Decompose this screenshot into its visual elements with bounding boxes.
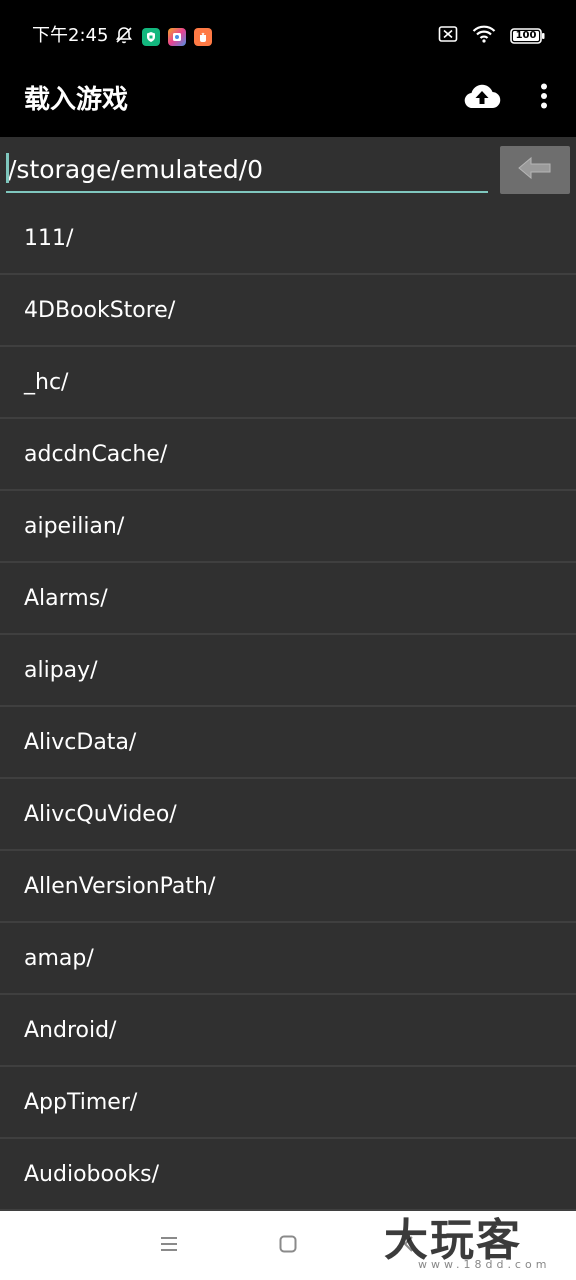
wifi-icon [472,25,496,47]
more-vert-icon [540,83,548,113]
file-list-item[interactable]: Android/ [0,995,576,1067]
file-list-item[interactable]: Alarms/ [0,563,576,635]
file-name: amap/ [24,945,94,971]
gallery-app-icon [168,28,186,46]
text-caret [6,153,9,183]
file-name: adcdnCache/ [24,441,168,467]
mute-bell-icon [114,25,134,49]
menu-icon [159,1235,179,1257]
app-bar: 载入游戏 [0,64,576,137]
status-time: 下午2:45 [32,25,109,46]
status-bar: 下午2:45 100 [0,0,576,64]
file-name: alipay/ [24,657,98,683]
home-button[interactable] [273,1231,303,1261]
file-name: AlivcQuVideo/ [24,801,177,827]
file-list-item[interactable]: 4DBookStore/ [0,275,576,347]
path-bar [0,137,576,203]
file-list-item[interactable]: alipay/ [0,635,576,707]
file-list-item[interactable]: _hc/ [0,347,576,419]
file-name: aipeilian/ [24,513,125,539]
status-left-icons [114,25,212,49]
file-list-item[interactable]: aipeilian/ [0,491,576,563]
file-list-item[interactable]: AllenVersionPath/ [0,851,576,923]
cloud-upload-icon [463,82,501,114]
sim-off-icon [438,25,458,47]
file-name: AlivcData/ [24,729,137,755]
file-name: 111/ [24,225,74,251]
file-list-item[interactable]: AlivcQuVideo/ [0,779,576,851]
file-list-item[interactable]: adcdnCache/ [0,419,576,491]
status-right-icons: 100 [438,25,546,47]
file-list-item[interactable]: 111/ [0,203,576,275]
battery-icon: 100 [510,27,546,45]
file-list-item[interactable]: Audiobooks/ [0,1139,576,1211]
battery-level: 100 [515,30,537,41]
file-name: Alarms/ [24,585,108,611]
file-name: AppTimer/ [24,1089,138,1115]
recents-button[interactable] [154,1231,184,1261]
file-name: 4DBookStore/ [24,297,176,323]
file-list-item[interactable]: amap/ [0,923,576,995]
parent-directory-button[interactable] [500,146,570,194]
arrow-left-icon [517,155,553,185]
security-app-icon [142,28,160,46]
more-options-button[interactable] [530,80,558,116]
file-list-item[interactable]: AppTimer/ [0,1067,576,1139]
orange-app-icon [194,28,212,46]
file-name: Audiobooks/ [24,1161,160,1187]
file-name: _hc/ [24,369,69,395]
file-list-item[interactable]: AlivcData/ [0,707,576,779]
page-title: 载入游戏 [24,85,129,115]
cloud-upload-button[interactable] [460,80,504,116]
home-icon [278,1234,298,1258]
file-name: Android/ [24,1017,117,1043]
file-list: 111/4DBookStore/ _hc/adcdnCache/aipeilian… [0,203,576,1211]
path-input[interactable] [6,151,488,193]
file-name: AllenVersionPath/ [24,873,216,899]
watermark-url: www.18dd.com [418,1258,551,1271]
